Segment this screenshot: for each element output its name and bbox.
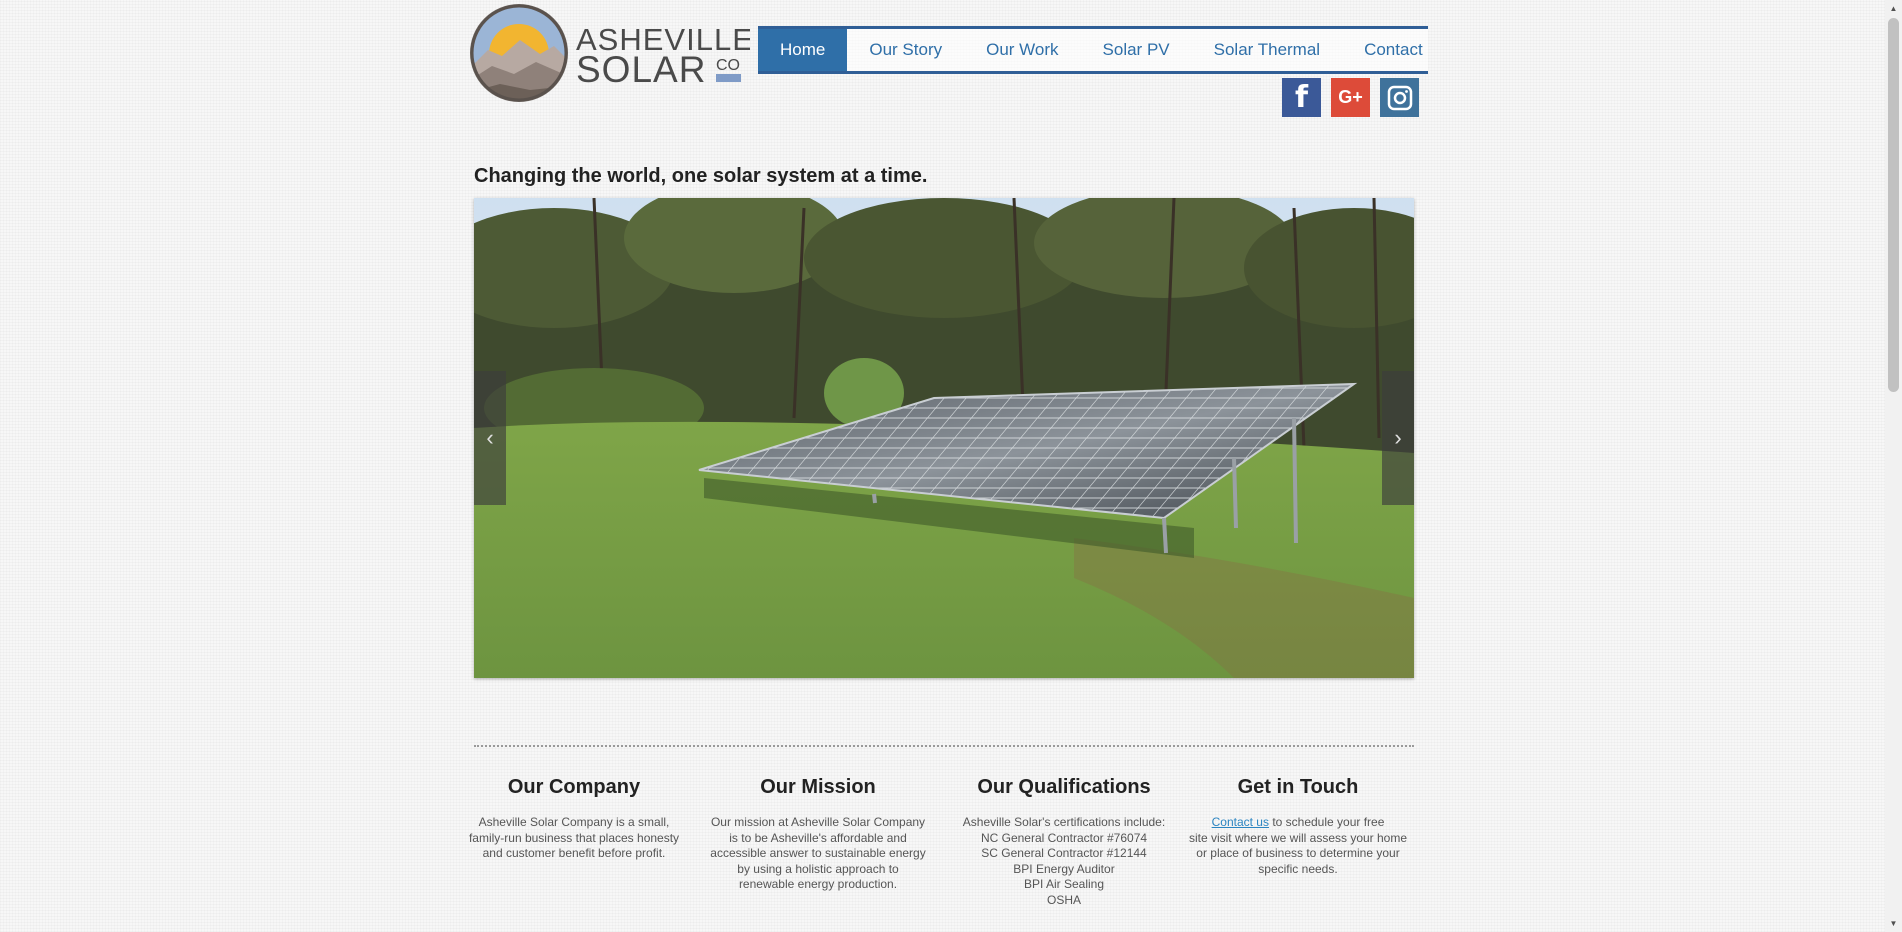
text-line: site visit where we will assess your hom… (1188, 830, 1408, 845)
instagram-icon[interactable] (1380, 78, 1419, 117)
our-mission-heading: Our Mission (760, 776, 876, 798)
get-in-touch-section: Get in Touch Contact us to schedule your… (1186, 776, 1410, 877)
social-links: f G+ (1282, 78, 1419, 117)
text-line: BPI Energy Auditor (1013, 861, 1115, 876)
our-mission-section: Our Mission Our mission at Asheville Sol… (706, 776, 930, 893)
text-line: accessible answer to sustainable energy (710, 846, 926, 860)
nav-item-home[interactable]: Home (758, 29, 848, 71)
text-fragment: to schedule your free (1268, 815, 1385, 829)
contact-us-link[interactable]: Contact us (1212, 815, 1269, 829)
our-mission-text: Our mission at Asheville Solar Company i… (706, 815, 930, 893)
nav-item-solar-pv[interactable]: Solar PV (1081, 29, 1192, 71)
nav-item-our-work[interactable]: Our Work (964, 29, 1080, 71)
scroll-down-icon[interactable]: ▼ (1885, 915, 1902, 932)
scroll-up-icon[interactable]: ▲ (1885, 0, 1902, 17)
our-company-section: Our Company Asheville Solar Company is a… (462, 776, 686, 862)
text-line: specific needs. (1258, 861, 1338, 876)
nav-item-contact[interactable]: Contact (1342, 29, 1445, 71)
google-plus-icon[interactable]: G+ (1331, 78, 1370, 117)
text-line: renewable energy production. (738, 877, 898, 891)
solar-array-photo (474, 198, 1414, 678)
text-line: or place of business to determine your (1196, 846, 1400, 860)
text-line: family-run business that places honesty (468, 830, 680, 845)
scrollbar-thumb[interactable] (1888, 18, 1899, 392)
main-nav: Home Our Story Our Work Solar PV Solar T… (758, 26, 1428, 74)
section-divider (474, 745, 1414, 747)
chevron-right-icon: › (1394, 425, 1402, 450)
chevron-left-icon: ‹ (486, 425, 494, 450)
logo-line2: SOLAR (576, 49, 706, 90)
page-tagline: Changing the world, one solar system at … (474, 165, 928, 187)
facebook-glyph: f (1294, 80, 1309, 115)
text-line: SC General Contractor #12144 (981, 846, 1147, 860)
text-line: is to be Asheville's affordable and (729, 830, 907, 845)
text-line: OSHA (1046, 892, 1081, 907)
company-logo[interactable]: ASHEVILLE SOLAR CO (470, 4, 750, 102)
get-in-touch-text: Contact us to schedule your free site vi… (1186, 815, 1410, 877)
our-company-heading: Our Company (507, 776, 641, 798)
hero-slideshow[interactable]: ‹ › (474, 198, 1414, 678)
our-company-text: Asheville Solar Company is a small, fami… (462, 815, 686, 862)
text-line: Our mission at Asheville Solar Company (710, 815, 926, 829)
logo-suffix: CO (716, 57, 740, 74)
page: ASHEVILLE SOLAR CO Home Our Story Our Wo… (0, 0, 1902, 932)
our-qualifications-text: Asheville Solar's certifications include… (952, 815, 1176, 908)
slideshow-next-button[interactable]: › (1382, 371, 1414, 505)
text-line: and customer benefit before profit. (482, 846, 666, 860)
our-qualifications-heading: Our Qualifications (977, 776, 1151, 798)
text-line: Asheville Solar's certifications include… (962, 815, 1166, 829)
slideshow-prev-button[interactable]: ‹ (474, 371, 506, 505)
facebook-icon[interactable]: f (1282, 78, 1321, 117)
get-in-touch-heading: Get in Touch (1237, 776, 1359, 798)
text-line: BPI Air Sealing (1023, 877, 1105, 891)
google-plus-glyph: G+ (1338, 87, 1363, 107)
our-qualifications-section: Our Qualifications Asheville Solar's cer… (952, 776, 1176, 908)
text-line: Asheville Solar Company is a small, (478, 815, 670, 829)
page-scrollbar[interactable]: ▲ ▼ (1885, 0, 1902, 932)
text-line: NC General Contractor #76074 (980, 830, 1148, 845)
nav-item-solar-thermal[interactable]: Solar Thermal (1192, 29, 1342, 71)
text-line: by using a holistic approach to (737, 861, 899, 876)
nav-item-our-story[interactable]: Our Story (847, 29, 964, 71)
text-line: Contact us to schedule your free (1186, 815, 1410, 831)
